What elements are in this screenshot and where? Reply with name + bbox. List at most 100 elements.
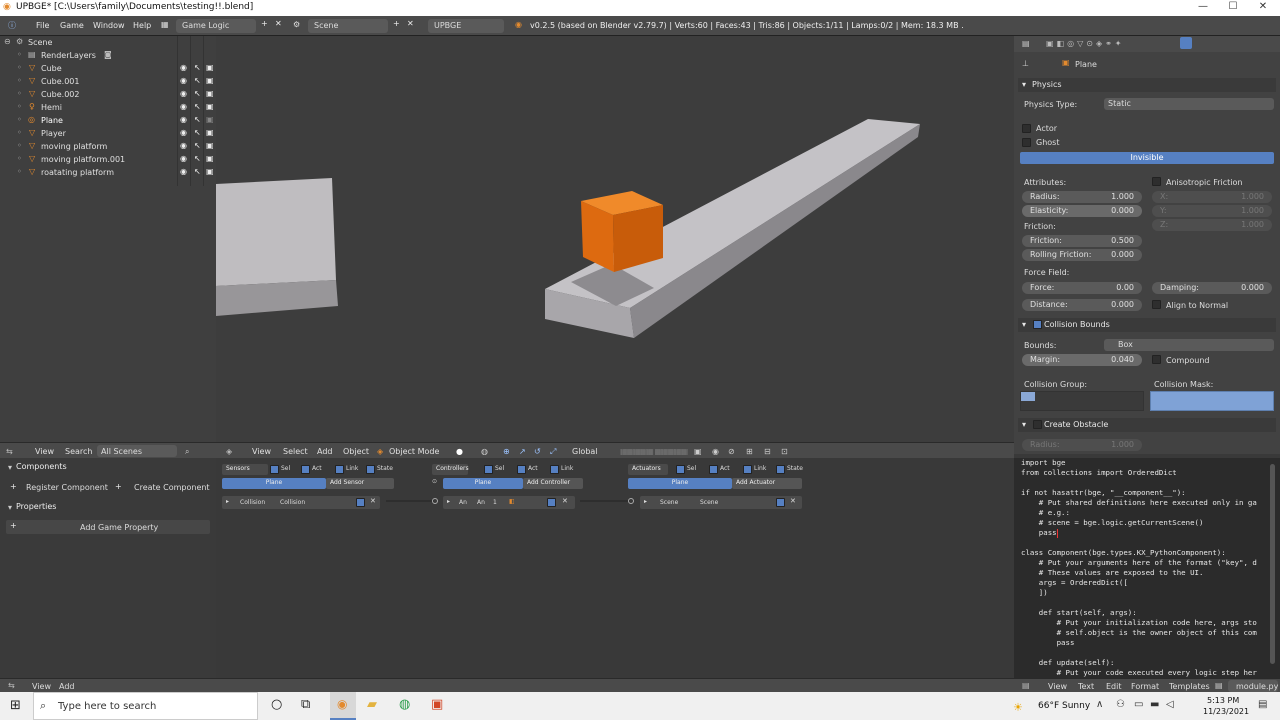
taskbar-search-box[interactable]: ⌕ Type here to search bbox=[33, 692, 258, 720]
outliner-item-cube-002[interactable]: ◦ ▽ Cube.002 ◉ ↖ ▣ bbox=[0, 88, 216, 101]
close-button[interactable]: ✕ bbox=[1248, 1, 1278, 12]
render-camera-icon[interactable]: ▣ bbox=[206, 115, 214, 124]
invisible-toggle[interactable]: Invisible bbox=[1020, 152, 1274, 164]
outliner-item-cube[interactable]: ◦ ▽ Cube ◉ ↖ ▣ bbox=[0, 62, 216, 75]
cortana-icon[interactable]: ○ bbox=[271, 697, 282, 712]
select-arrow-icon[interactable]: ↖ bbox=[194, 63, 201, 72]
outliner-item-cube-001[interactable]: ◦ ▽ Cube.001 ◉ ↖ ▣ bbox=[0, 75, 216, 88]
visibility-eye-icon[interactable]: ◉ bbox=[180, 89, 187, 98]
people-icon[interactable]: ⚇ bbox=[1116, 699, 1125, 710]
physics-type-select[interactable]: Static bbox=[1104, 98, 1274, 110]
powerpoint-icon[interactable]: ▣ bbox=[431, 697, 443, 712]
elasticity-field[interactable]: Elasticity: 0.000 bbox=[1022, 205, 1142, 217]
menu-format[interactable]: Format bbox=[1131, 682, 1159, 691]
screen-selector[interactable]: Game Logic bbox=[176, 19, 256, 33]
outliner-item-moving-platform-001[interactable]: ◦ ▽ moving platform.001 ◉ ↖ ▣ bbox=[0, 153, 216, 166]
add-scene-icon[interactable]: + bbox=[393, 19, 400, 28]
editor-type-icon[interactable]: ⇆ bbox=[8, 681, 15, 690]
ghost-checkbox[interactable] bbox=[1022, 138, 1031, 147]
scene-filter-select[interactable]: All Scenes bbox=[97, 445, 177, 457]
menu-view[interactable]: View bbox=[35, 447, 54, 456]
windows-start-icon[interactable]: ⊞ bbox=[10, 698, 21, 713]
select-arrow-icon[interactable]: ↖ bbox=[194, 115, 201, 124]
shading-solid-icon[interactable]: ● bbox=[456, 447, 463, 456]
menu-search[interactable]: Search bbox=[65, 447, 92, 456]
context-tabs-icon[interactable]: ▣◧◎▽⊙◈⚭✦ bbox=[1046, 39, 1125, 48]
menu-add[interactable]: Add bbox=[59, 682, 75, 691]
select-arrow-icon[interactable]: ↖ bbox=[194, 76, 201, 85]
menu-view[interactable]: View bbox=[1048, 682, 1067, 691]
remove-scene-icon[interactable]: ✕ bbox=[407, 19, 414, 28]
remove-screen-icon[interactable]: ✕ bbox=[275, 19, 282, 28]
collision-mask-grid[interactable] bbox=[1150, 391, 1274, 411]
physics-panel-header[interactable]: ▾ Physics bbox=[1018, 78, 1276, 92]
3d-viewport[interactable] bbox=[216, 36, 1014, 442]
actor-checkbox[interactable] bbox=[1022, 124, 1031, 133]
add-screen-icon[interactable]: + bbox=[261, 19, 268, 28]
render-camera-icon[interactable]: ▣ bbox=[206, 141, 214, 150]
select-arrow-icon[interactable]: ↖ bbox=[194, 167, 201, 176]
menu-select[interactable]: Select bbox=[283, 447, 308, 456]
friction-field[interactable]: Friction: 0.500 bbox=[1022, 235, 1142, 247]
aniso-x-field[interactable]: X: 1.000 bbox=[1152, 191, 1272, 203]
network-icon[interactable]: ▭ bbox=[1134, 699, 1143, 710]
collision-group-grid[interactable] bbox=[1020, 391, 1144, 411]
render-camera-icon[interactable]: ▣ bbox=[206, 128, 214, 137]
outliner-item-renderlayers[interactable]: ◦ ▤ RenderLayers ◙ bbox=[0, 49, 216, 62]
rotate-icon[interactable]: ↺ bbox=[534, 447, 541, 456]
menu-templates[interactable]: Templates bbox=[1169, 682, 1210, 691]
render-camera-icon[interactable]: ▣ bbox=[206, 63, 214, 72]
outliner-item-hemi[interactable]: ◦ ♀ Hemi ◉ ↖ ▣ bbox=[0, 101, 216, 114]
menu-text[interactable]: Text bbox=[1078, 682, 1094, 691]
visibility-eye-icon[interactable]: ◉ bbox=[180, 63, 187, 72]
task-view-icon[interactable]: ⧉ bbox=[301, 697, 310, 712]
properties-header[interactable]: Properties bbox=[16, 502, 56, 511]
distance-field[interactable]: Distance: 0.000 bbox=[1022, 299, 1142, 311]
collapse-icon[interactable]: ▾ bbox=[8, 503, 12, 512]
info-editor-icon[interactable]: ⓘ bbox=[8, 20, 16, 31]
pin-icon[interactable]: ⊥ bbox=[1022, 59, 1029, 68]
editor-type-icon[interactable]: ⇆ bbox=[6, 447, 13, 456]
radius-field[interactable]: Radius: 1.000 bbox=[1022, 191, 1142, 203]
render-animation-icon[interactable]: ⊡ bbox=[781, 447, 788, 456]
scale-icon[interactable]: ⤢ bbox=[550, 447, 556, 457]
visibility-eye-icon[interactable]: ◉ bbox=[180, 115, 187, 124]
select-arrow-icon[interactable]: ↖ bbox=[194, 102, 201, 111]
menu-window[interactable]: Window bbox=[93, 21, 125, 30]
collapse-icon[interactable]: ▾ bbox=[8, 463, 12, 472]
obstacle-radius-field[interactable]: Radius: 1.000 bbox=[1022, 439, 1142, 451]
menu-file[interactable]: File bbox=[36, 21, 49, 30]
minimize-button[interactable]: — bbox=[1188, 1, 1218, 12]
damping-field[interactable]: Damping: 0.000 bbox=[1152, 282, 1272, 294]
render-camera-icon[interactable]: ▣ bbox=[206, 76, 214, 85]
scrollbar[interactable] bbox=[1270, 464, 1275, 664]
select-arrow-icon[interactable]: ↖ bbox=[194, 154, 201, 163]
snap-icon[interactable]: ⊘ bbox=[728, 447, 735, 456]
visibility-eye-icon[interactable]: ◉ bbox=[180, 102, 187, 111]
editor-type-icon[interactable]: ▤ bbox=[1022, 39, 1030, 48]
clock-time[interactable]: 5:13 PM bbox=[1207, 696, 1239, 705]
blender-taskbar-button[interactable]: ◉ bbox=[330, 692, 356, 720]
menu-edit[interactable]: Edit bbox=[1106, 682, 1122, 691]
translate-icon[interactable]: ↗ bbox=[519, 447, 526, 456]
create-obstacle-panel-header[interactable]: ▾ Create Obstacle bbox=[1018, 418, 1276, 432]
add-game-property-button[interactable]: + Add Game Property bbox=[6, 520, 210, 534]
screen-layout-icon[interactable]: ▦ bbox=[161, 20, 169, 29]
visibility-eye-icon[interactable]: ◉ bbox=[180, 141, 187, 150]
mode-selector[interactable]: Object Mode bbox=[389, 447, 439, 456]
editor-type-icon[interactable]: ◈ bbox=[226, 447, 232, 456]
text-file-select[interactable]: module.py bbox=[1228, 680, 1278, 692]
layers-icon[interactable]: ▦▦▦▦▦ ▦▦▦▦▦ bbox=[620, 447, 688, 456]
snap-target-icon[interactable]: ⊞ bbox=[746, 447, 753, 456]
outliner-item-player[interactable]: ◦ ▽ Player ◉ ↖ ▣ bbox=[0, 127, 216, 140]
text-editor-type-icon[interactable]: ▤ bbox=[1022, 681, 1030, 690]
menu-add[interactable]: Add bbox=[317, 447, 333, 456]
render-camera-icon[interactable]: ▣ bbox=[206, 167, 214, 176]
compound-checkbox[interactable] bbox=[1152, 355, 1161, 364]
manipulator-icon[interactable]: ⊕ bbox=[503, 447, 510, 456]
weather-text[interactable]: 66°F Sunny bbox=[1038, 701, 1090, 711]
scene-selector[interactable]: Scene bbox=[308, 19, 388, 33]
aniso-y-field[interactable]: Y: 1.000 bbox=[1152, 205, 1272, 217]
visibility-eye-icon[interactable]: ◉ bbox=[180, 76, 187, 85]
aniso-z-field[interactable]: Z: 1.000 bbox=[1152, 219, 1272, 231]
